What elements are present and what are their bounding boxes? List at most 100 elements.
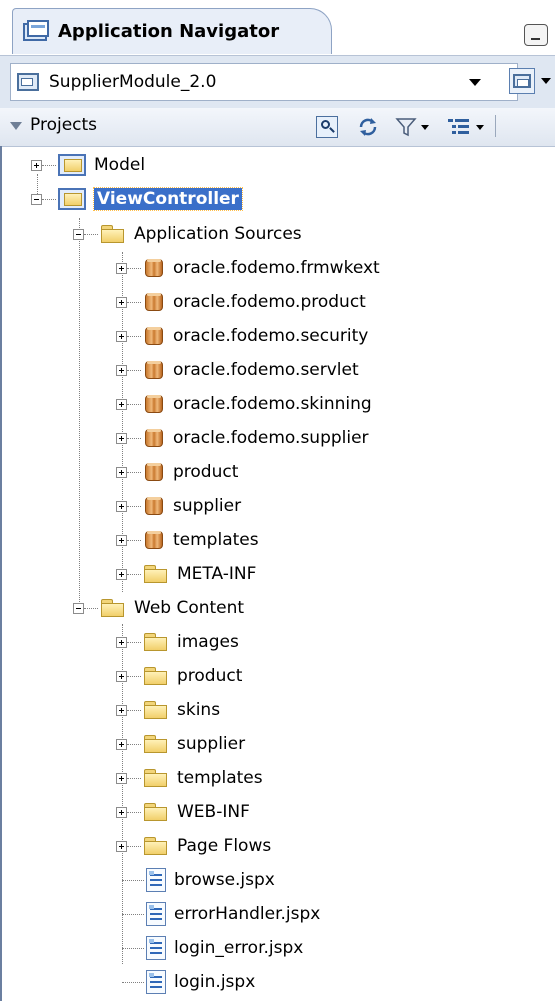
tree-node-folder[interactable]: images <box>116 627 239 657</box>
tree-node-folder[interactable]: product <box>116 661 242 691</box>
collapse-icon[interactable] <box>73 602 84 614</box>
jspx-file-icon <box>146 902 166 926</box>
expand-icon[interactable] <box>116 398 127 410</box>
tree-node-label: Web Content <box>134 598 245 618</box>
tree-node-package[interactable]: oracle.fodemo.security <box>116 321 368 351</box>
tree-node-label: oracle.fodemo.servlet <box>173 360 359 380</box>
expand-icon[interactable] <box>116 330 127 342</box>
tree-node-label: Model <box>94 155 146 175</box>
expand-icon[interactable] <box>116 568 127 580</box>
tree-node-file[interactable]: login_error.jspx <box>122 933 303 963</box>
expand-icon[interactable] <box>116 432 127 444</box>
tree-node-label: browse.jspx <box>174 870 275 890</box>
folder-icon <box>143 666 169 686</box>
expand-icon[interactable] <box>116 772 127 784</box>
tree-node-label: product <box>173 462 239 482</box>
folder-icon <box>143 836 169 856</box>
folder-icon <box>100 224 126 244</box>
tree-node-package[interactable]: templates <box>116 525 259 555</box>
search-icon[interactable] <box>316 116 338 138</box>
tree-guide <box>79 218 80 608</box>
expand-icon[interactable] <box>116 670 127 682</box>
application-icon <box>17 73 39 91</box>
tree-node-label: images <box>177 632 239 652</box>
tree-node-folder[interactable]: META-INF <box>116 559 256 589</box>
tree-node-package[interactable]: supplier <box>116 491 241 521</box>
tree-node-package[interactable]: oracle.fodemo.skinning <box>116 389 372 419</box>
application-select[interactable]: SupplierModule_2.0 <box>10 63 518 101</box>
expand-icon[interactable] <box>116 466 127 478</box>
filter-icon[interactable] <box>395 116 417 138</box>
tree-node-label: supplier <box>177 734 246 754</box>
tree-node-package[interactable]: oracle.fodemo.supplier <box>116 423 369 453</box>
expand-icon[interactable] <box>116 738 127 750</box>
tree-node-label: oracle.fodemo.security <box>173 326 369 346</box>
sync-icon[interactable] <box>357 116 379 138</box>
expand-icon[interactable] <box>116 500 127 512</box>
package-icon <box>143 291 165 313</box>
package-icon <box>143 393 165 415</box>
package-icon <box>143 427 165 449</box>
filter-dropdown-icon[interactable] <box>421 125 429 130</box>
folder-icon <box>143 700 169 720</box>
expand-icon[interactable] <box>31 159 42 171</box>
tree-node-label: skins <box>177 700 221 720</box>
expand-icon[interactable] <box>116 704 127 716</box>
tree-node-label: oracle.fodemo.skinning <box>173 394 372 414</box>
folder-icon <box>143 632 169 652</box>
jspx-file-icon <box>146 868 166 892</box>
tree-node-package[interactable]: oracle.fodemo.servlet <box>116 355 359 385</box>
toolbar-separator <box>495 115 496 137</box>
tree-node-folder[interactable]: supplier <box>116 729 245 759</box>
tree-node-label: errorHandler.jspx <box>174 904 321 924</box>
chevron-down-icon[interactable] <box>469 79 481 86</box>
tree-node-label: Page Flows <box>177 836 272 856</box>
project-icon <box>58 188 86 210</box>
jspx-file-icon <box>146 936 166 960</box>
tree-node-label: oracle.fodemo.product <box>173 292 366 312</box>
tree-node-file[interactable]: login.jspx <box>122 967 255 997</box>
tree-node-model[interactable]: Model <box>31 150 145 180</box>
tree-node-file[interactable]: errorHandler.jspx <box>122 899 320 929</box>
tree-node-folder[interactable]: WEB-INF <box>116 797 250 827</box>
tree-node-viewcontroller[interactable]: ViewController <box>31 184 243 214</box>
tree-options-dropdown-icon[interactable] <box>476 125 484 130</box>
tree-node-application-sources[interactable]: Application Sources <box>73 219 302 249</box>
package-icon <box>143 359 165 381</box>
folder-icon <box>143 802 169 822</box>
package-icon <box>143 461 165 483</box>
application-menu-dropdown-icon[interactable] <box>541 78 551 84</box>
tree-node-file[interactable]: browse.jspx <box>122 865 275 895</box>
tree-node-folder[interactable]: skins <box>116 695 220 725</box>
project-tree: Model ViewController Application Sources… <box>0 146 555 1001</box>
minimize-button[interactable] <box>524 24 548 46</box>
tree-node-folder[interactable]: templates <box>116 763 263 793</box>
collapse-icon[interactable] <box>31 193 42 205</box>
tree-node-label: templates <box>173 530 259 550</box>
folder-icon <box>143 564 169 584</box>
tree-node-label: product <box>177 666 243 686</box>
expand-icon[interactable] <box>116 840 127 852</box>
tree-node-label: Application Sources <box>134 224 302 244</box>
tree-node-package[interactable]: product <box>116 457 238 487</box>
tab-application-navigator[interactable]: Application Navigator <box>12 8 332 54</box>
tree-options-icon[interactable] <box>447 116 469 138</box>
tree-node-web-content[interactable]: Web Content <box>73 593 244 623</box>
project-icon <box>58 154 86 176</box>
package-icon <box>143 495 165 517</box>
tree-node-label: oracle.fodemo.supplier <box>173 428 369 448</box>
expand-icon[interactable] <box>116 364 127 376</box>
expand-icon[interactable] <box>116 262 127 274</box>
expand-icon[interactable] <box>116 534 127 546</box>
collapse-panel-icon[interactable] <box>10 122 22 130</box>
tree-node-package[interactable]: oracle.fodemo.product <box>116 287 366 317</box>
tree-node-folder[interactable]: Page Flows <box>116 831 271 861</box>
collapse-icon[interactable] <box>73 228 84 240</box>
expand-icon[interactable] <box>116 636 127 648</box>
application-menu-button[interactable] <box>509 68 535 94</box>
expand-icon[interactable] <box>116 806 127 818</box>
expand-icon[interactable] <box>116 296 127 308</box>
package-icon <box>143 257 165 279</box>
tree-node-label: oracle.fodemo.frmwkext <box>173 258 380 278</box>
tree-node-package[interactable]: oracle.fodemo.frmwkext <box>116 253 380 283</box>
